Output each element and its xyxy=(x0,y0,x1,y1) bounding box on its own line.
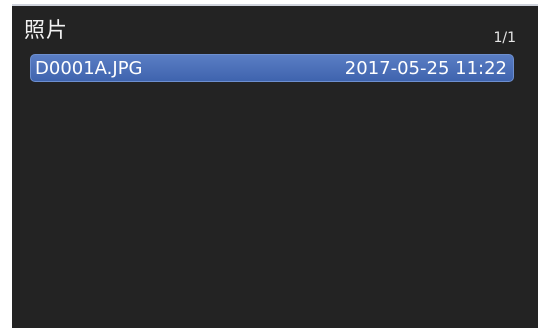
page-indicator: 1/1 xyxy=(493,30,516,46)
device-frame: 照片 1/1 D0001A.JPG 2017-05-25 11:22 xyxy=(0,0,548,328)
file-browser-screen: 照片 1/1 D0001A.JPG 2017-05-25 11:22 xyxy=(12,4,538,328)
file-datetime: 2017-05-25 11:22 xyxy=(344,57,507,79)
file-list: D0001A.JPG 2017-05-25 11:22 xyxy=(30,54,514,82)
page-title: 照片 xyxy=(24,18,68,42)
file-name: D0001A.JPG xyxy=(35,57,143,79)
header: 照片 1/1 xyxy=(12,6,538,50)
file-row[interactable]: D0001A.JPG 2017-05-25 11:22 xyxy=(30,54,514,82)
